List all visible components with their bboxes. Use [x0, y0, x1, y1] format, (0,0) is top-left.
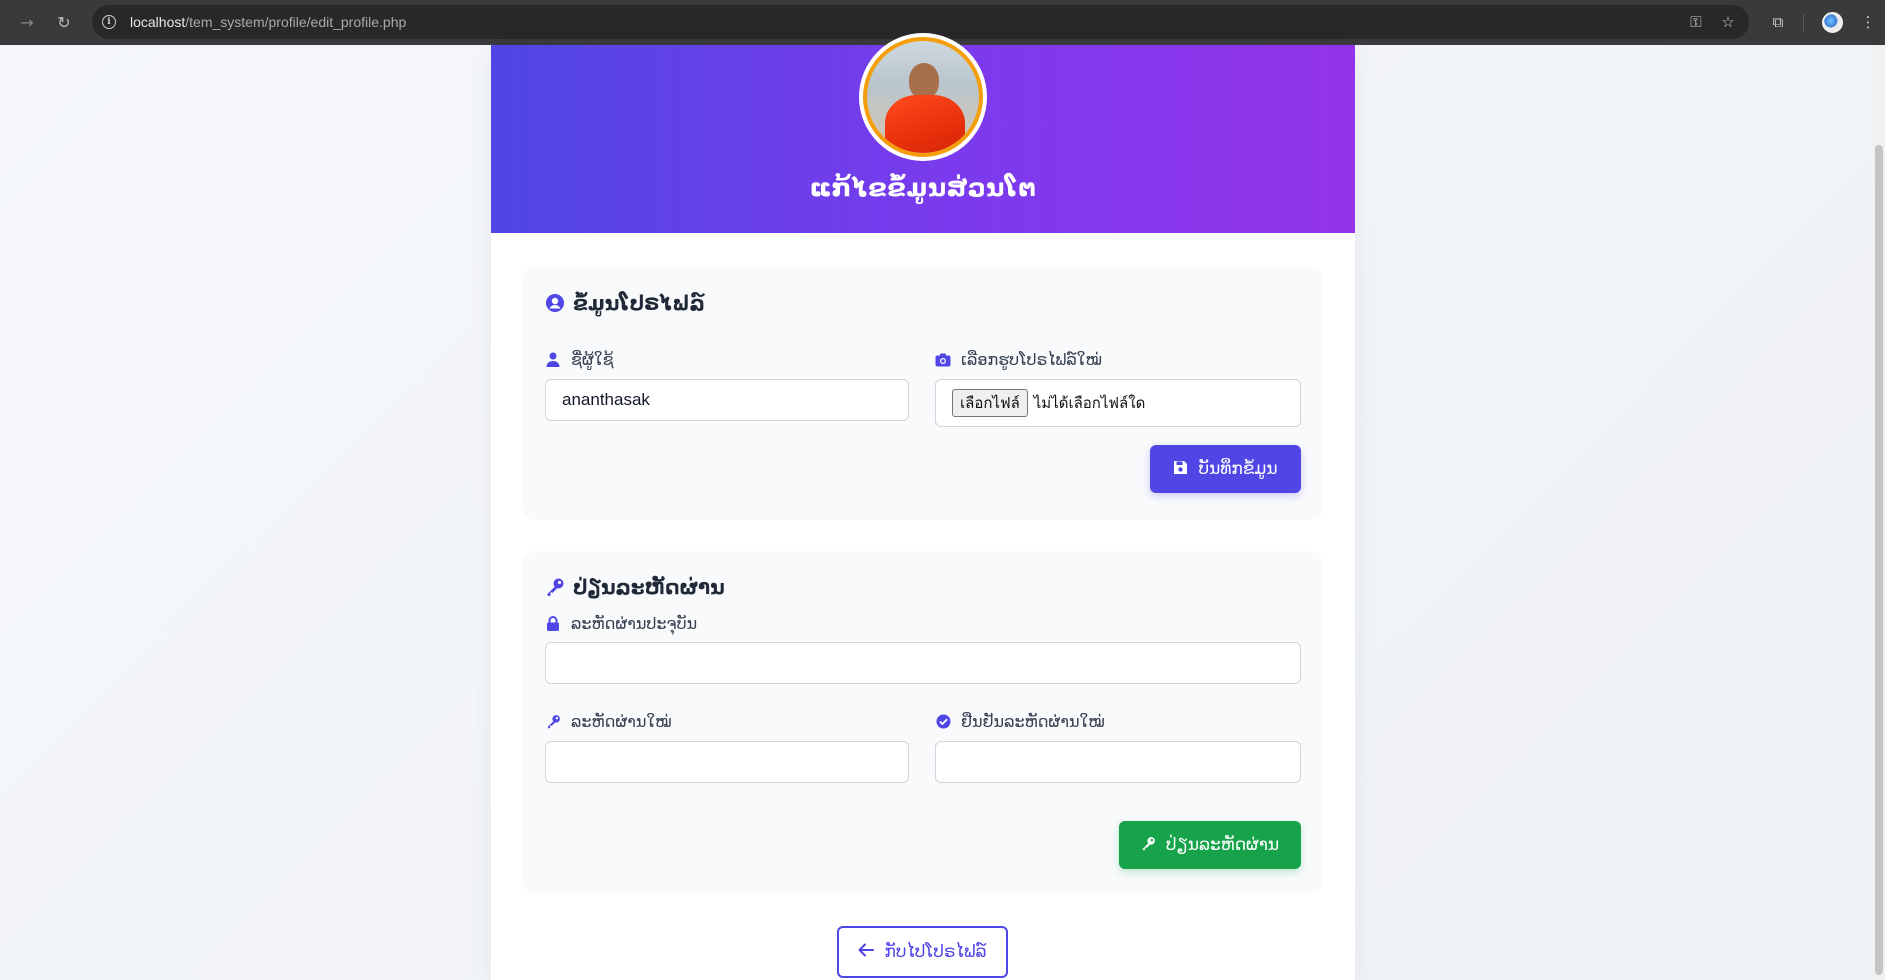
photo-label: ເລືອກຮູບໂປຣໄຟລ໌ໃໝ່	[935, 350, 1102, 369]
password-section-title: ປ່ຽນລະຫັດຜ່ານ	[545, 575, 725, 599]
change-password-section: ປ່ຽນລະຫັດຜ່ານ ລະຫັດຜ່ານປະຈຸບັນ ລະຫັດຜ່ານ…	[523, 551, 1323, 893]
current-password-input[interactable]	[545, 642, 1301, 684]
user-icon	[545, 352, 561, 367]
card-header: ແກ້ໄຂຂໍ້ມູນສ່ວນໂຕ	[491, 33, 1355, 233]
username-input[interactable]: ananthasak	[545, 379, 909, 421]
photo-file-input[interactable]: เลือกไฟล์ ไม่ได้เลือกไฟล์ใด	[935, 379, 1301, 427]
key-icon	[545, 714, 561, 729]
page-title: ແກ້ໄຂຂໍ້ມູນສ່ວນໂຕ	[809, 173, 1037, 202]
lock-icon	[545, 616, 561, 631]
edit-profile-card: ແກ້ໄຂຂໍ້ມູນສ່ວນໂຕ ຂໍ້ມູນໂປຣໄຟລ໌ ຊື່ຜູ້ໃຊ…	[491, 33, 1355, 980]
username-label: ຊື່ຜູ້ໃຊ້	[545, 350, 614, 369]
check-circle-icon	[935, 714, 951, 729]
profile-info-section: ຂໍ້ມູນໂປຣໄຟລ໌ ຊື່ຜູ້ໃຊ້ ananthasak ເລືອກ…	[523, 267, 1323, 520]
back-to-profile-button[interactable]: ກັບໄປໂປຣໄຟລ໌	[837, 926, 1008, 978]
avatar-photo	[863, 37, 983, 157]
key-icon	[545, 577, 565, 597]
new-password-input[interactable]	[545, 741, 909, 783]
bookmark-star-icon[interactable]: ☆	[1718, 12, 1738, 32]
floppy-disk-icon	[1173, 460, 1188, 479]
confirm-password-label: ຢືນຢັນລະຫັດຜ່ານໃໝ່	[935, 712, 1105, 731]
profile-section-title-text: ຂໍ້ມູນໂປຣໄຟລ໌	[573, 291, 705, 315]
scrollbar-thumb[interactable]	[1875, 145, 1883, 975]
profile-avatar	[859, 33, 987, 161]
reload-icon[interactable]: ↻	[54, 12, 74, 32]
file-status-text: ไม่ได้เลือกไฟล์ใด	[1033, 394, 1146, 412]
profile-section-title: ຂໍ້ມູນໂປຣໄຟລ໌	[545, 291, 705, 315]
forward-arrow-icon[interactable]: →	[17, 12, 37, 32]
current-password-label: ລະຫັດຜ່ານປະຈຸບັນ	[545, 614, 697, 633]
save-profile-button[interactable]: ບັນທຶກຂໍ້ມູນ	[1150, 445, 1301, 493]
extensions-puzzle-icon[interactable]: ⧉	[1768, 12, 1788, 32]
confirm-password-input[interactable]	[935, 741, 1301, 783]
key-icon	[1141, 836, 1156, 855]
user-circle-icon	[545, 293, 565, 313]
browser-profile-avatar[interactable]	[1822, 12, 1843, 33]
change-password-button[interactable]: ປ່ຽນລະຫັດຜ່ານ	[1119, 821, 1301, 869]
page-scrollbar[interactable]	[1873, 45, 1885, 980]
arrow-left-icon	[858, 942, 875, 962]
password-section-title-text: ປ່ຽນລະຫັດຜ່ານ	[573, 575, 725, 599]
choose-file-button[interactable]: เลือกไฟล์	[952, 389, 1028, 417]
new-password-label: ລະຫັດຜ່ານໃໝ່	[545, 712, 672, 731]
kebab-menu-icon[interactable]: ⋮	[1858, 12, 1878, 32]
site-info-icon[interactable]: i	[102, 15, 116, 29]
password-key-icon[interactable]: ⚿	[1686, 12, 1706, 32]
url-text: localhost/tem_system/profile/edit_profil…	[130, 14, 407, 30]
toolbar-separator	[1803, 14, 1804, 32]
camera-icon	[935, 353, 951, 367]
